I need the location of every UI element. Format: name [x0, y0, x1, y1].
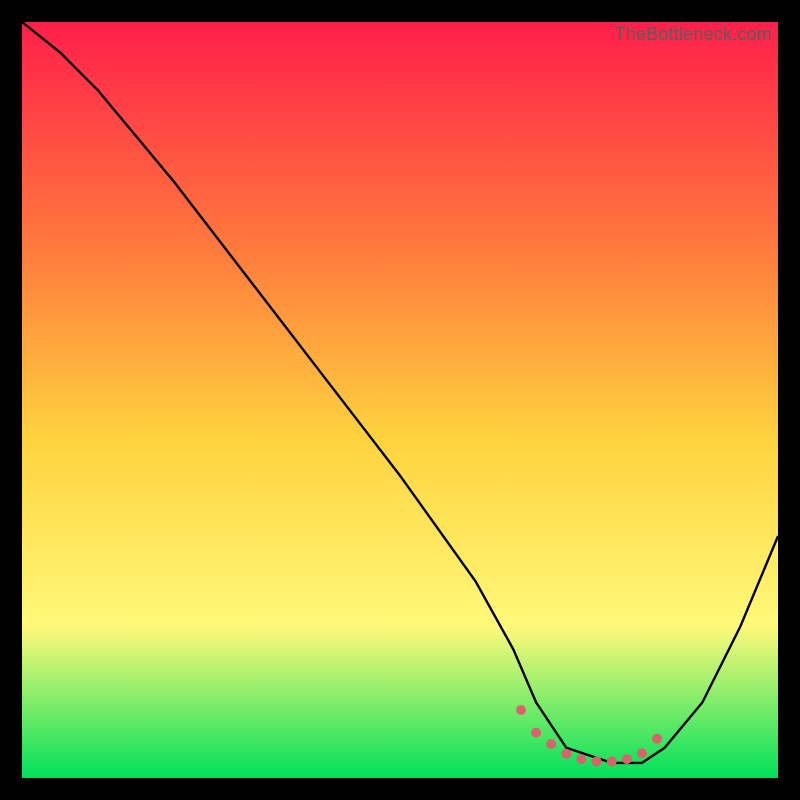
optimal-marker: [622, 754, 632, 764]
optimal-marker: [576, 754, 586, 764]
chart-svg: [22, 22, 778, 778]
optimal-marker: [516, 705, 526, 715]
optimal-marker: [607, 756, 617, 766]
optimal-marker: [561, 749, 571, 759]
optimal-marker: [531, 728, 541, 738]
optimal-marker: [592, 756, 602, 766]
chart-frame: TheBottleneck.com: [22, 22, 778, 778]
optimal-marker: [652, 734, 662, 744]
plot-area: TheBottleneck.com: [22, 22, 778, 778]
optimal-marker: [546, 739, 556, 749]
watermark-text: TheBottleneck.com: [615, 24, 772, 45]
optimal-marker: [637, 748, 647, 758]
